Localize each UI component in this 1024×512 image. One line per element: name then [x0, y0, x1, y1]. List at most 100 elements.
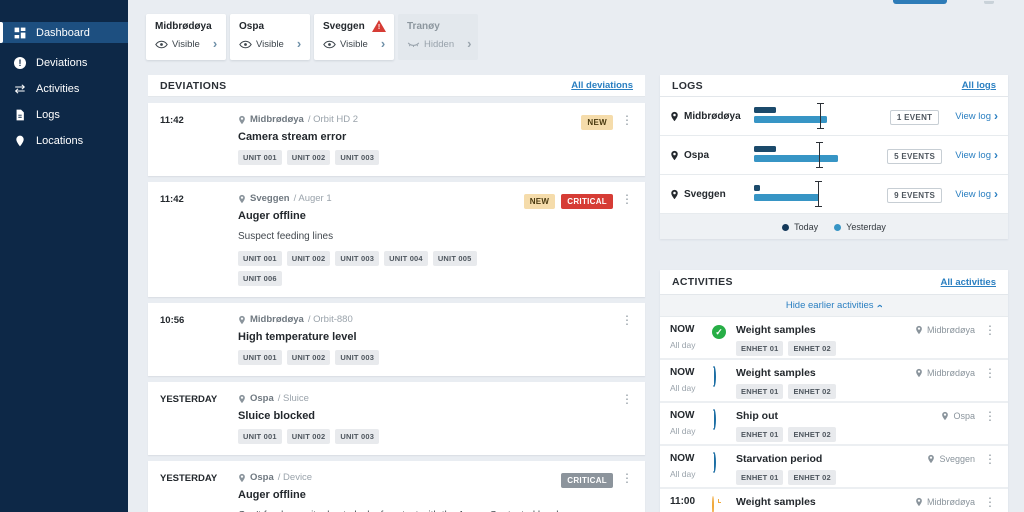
deviation-device: / Orbit-880 [307, 314, 353, 325]
sidebar-item-locations[interactable]: Locations [0, 128, 128, 153]
kebab-menu-icon[interactable]: ⋮ [982, 410, 998, 422]
kebab-menu-icon[interactable]: ⋮ [982, 496, 998, 508]
check-circle-icon: ✓ [712, 325, 726, 339]
chevron-right-icon[interactable]: › [381, 37, 385, 50]
deviation-location: Ospa [250, 393, 274, 404]
sidebar-item-logs[interactable]: Logs [0, 102, 128, 127]
activity-row[interactable]: NOW All day Weight samples ENHET 01 ENHE… [660, 360, 1008, 403]
activities-title: ACTIVITIES [672, 276, 733, 288]
chevron-right-icon[interactable]: › [213, 37, 217, 50]
activity-duration: All day [670, 469, 696, 479]
location-card-midbrodoya[interactable]: Midbrødøya Visible › [146, 14, 226, 60]
view-log-link[interactable]: View log › [955, 188, 998, 200]
unit-chip: ENHET 02 [788, 384, 836, 399]
view-log-link[interactable]: View log › [955, 109, 998, 123]
legend-today-label: Today [794, 221, 819, 232]
deviation-card[interactable]: 11:42 Midbrødøya / Orbit HD 2 Camera str… [148, 103, 645, 176]
activity-location: Midbrødøya [926, 368, 975, 378]
map-pin-icon [238, 473, 246, 483]
new-badge: NEW [523, 194, 556, 209]
deviation-time: 10:56 [160, 315, 185, 326]
kebab-menu-icon[interactable]: ⋮ [982, 453, 998, 465]
visibility-label: Hidden [424, 38, 455, 50]
sidebar-item-deviations[interactable]: ! Deviations [0, 50, 128, 75]
map-pin-icon [670, 111, 679, 122]
kebab-menu-icon[interactable]: ⋮ [619, 314, 635, 326]
view-log-link[interactable]: View log › [955, 148, 998, 162]
today-dot-icon [782, 223, 790, 231]
sidebar-item-dashboard[interactable]: Dashboard [0, 22, 128, 43]
deviation-time: 11:42 [160, 115, 184, 126]
unit-chip: UNIT 002 [286, 350, 331, 365]
kebab-menu-icon[interactable]: ⋮ [619, 472, 635, 484]
location-card-tranoy[interactable]: Tranøy Hidden › [398, 14, 478, 60]
activity-row[interactable]: NOW All day Ship out ENHET 01 ENHET 02 O… [660, 403, 1008, 446]
map-pin-icon [927, 454, 935, 464]
deviation-device: / Device [277, 472, 313, 483]
activity-duration: All day [670, 340, 696, 350]
unit-chip: ENHET 01 [736, 341, 784, 356]
hide-earlier-activities-toggle[interactable]: Hide earlier activities › [660, 295, 1008, 317]
activity-time: 11:00 [670, 496, 696, 507]
kebab-menu-icon[interactable]: ⋮ [619, 393, 635, 405]
log-legend: Today Yesterday [660, 214, 1008, 239]
map-pin-icon [238, 115, 246, 125]
map-pin-icon [915, 497, 923, 507]
deviation-card[interactable]: YESTERDAY Ospa / Device Auger offline Ca… [148, 461, 645, 512]
unit-chip: ENHET 01 [736, 427, 784, 442]
kebab-menu-icon[interactable]: ⋮ [619, 193, 635, 205]
all-activities-link[interactable]: All activities [941, 277, 996, 288]
map-pin-icon [670, 189, 679, 200]
unit-chip: UNIT 002 [286, 429, 331, 444]
deviation-time: YESTERDAY [160, 473, 218, 484]
log-location: Ospa [684, 149, 710, 161]
exclamation-circle-icon: ! [13, 56, 27, 70]
swap-arrows-icon: ⇄ [14, 81, 26, 96]
activity-row[interactable]: NOW All day Starvation period ENHET 01 E… [660, 446, 1008, 489]
today-bar [754, 146, 776, 152]
deviation-title: Camera stream error [238, 131, 347, 143]
chevron-right-icon: › [994, 109, 998, 123]
deviation-device: / Orbit HD 2 [307, 114, 358, 125]
kebab-menu-icon[interactable]: ⋮ [982, 367, 998, 379]
deviation-title: High temperature level [238, 331, 357, 343]
kebab-menu-icon[interactable]: ⋮ [982, 324, 998, 336]
kebab-menu-icon[interactable]: ⋮ [619, 114, 635, 126]
activity-duration: All day [670, 426, 696, 436]
activity-location: Ospa [953, 411, 975, 421]
deviation-description: Suspect feeding lines [238, 231, 334, 242]
sidebar-item-activities[interactable]: ⇄ Activities [0, 76, 128, 101]
time-marker [815, 142, 823, 168]
activity-title: Weight samples [736, 367, 816, 379]
activity-title: Ship out [736, 410, 778, 422]
activity-time: NOW [670, 410, 695, 421]
deviation-card[interactable]: 11:42 Sveggen / Auger 1 Auger offline Su… [148, 182, 645, 297]
chevron-right-icon[interactable]: › [467, 37, 471, 50]
critical-gray-badge: CRITICAL [561, 473, 613, 488]
chevron-right-icon: › [994, 148, 998, 162]
cutoff-header-button[interactable] [893, 0, 947, 4]
location-card-ospa[interactable]: Ospa Visible › [230, 14, 310, 60]
map-pin-icon [915, 325, 923, 335]
activity-location: Sveggen [939, 454, 975, 464]
clock-icon [712, 496, 714, 512]
log-location: Sveggen [684, 188, 726, 200]
all-deviations-link[interactable]: All deviations [571, 80, 633, 91]
map-pin-icon [941, 411, 949, 421]
location-card-sveggen[interactable]: ! Sveggen Visible › [314, 14, 394, 60]
critical-badge: CRITICAL [561, 194, 613, 209]
eye-icon [323, 40, 336, 49]
unit-chip: ENHET 01 [736, 384, 784, 399]
activity-row[interactable]: NOW All day ✓ Weight samples ENHET 01 EN… [660, 317, 1008, 360]
activity-time: NOW [670, 367, 695, 378]
chevron-up-icon: › [874, 303, 887, 308]
deviation-card[interactable]: 10:56 Midbrødøya / Orbit-880 High temper… [148, 303, 645, 376]
deviation-card[interactable]: YESTERDAY Ospa / Sluice Sluice blocked U… [148, 382, 645, 455]
today-bar [754, 107, 776, 113]
activity-row[interactable]: 11:00 Weight samples ENHET 01 ENHET 02 E… [660, 489, 1008, 512]
log-row: Sveggen 9 EVENTS View log › [660, 175, 1008, 214]
unit-chip: ENHET 01 [736, 470, 784, 485]
chevron-right-icon[interactable]: › [297, 37, 301, 50]
all-logs-link[interactable]: All logs [962, 80, 996, 91]
log-bar-chart [754, 181, 864, 207]
